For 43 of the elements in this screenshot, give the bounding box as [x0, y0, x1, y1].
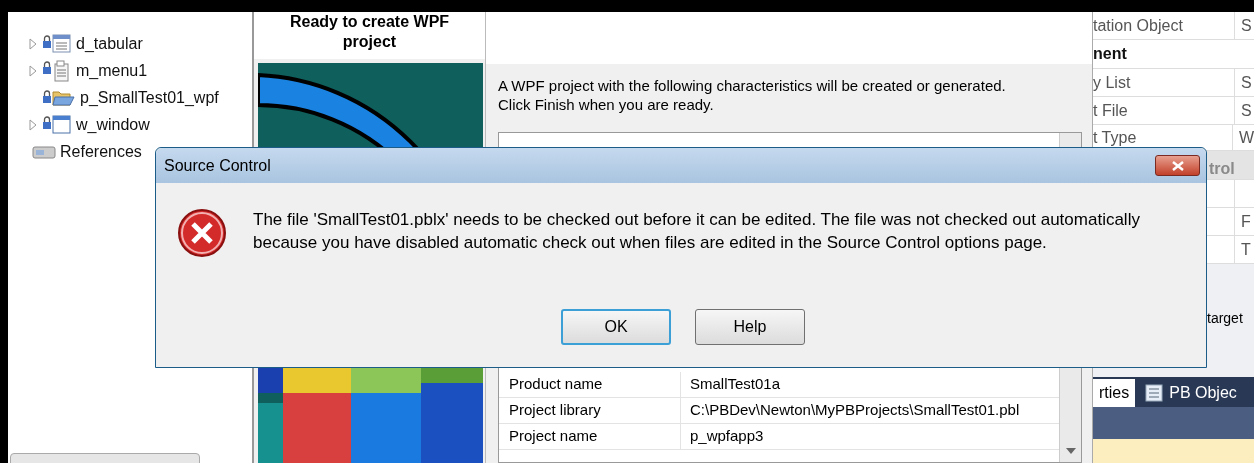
table-cell-text: C:\PBDev\Newton\MyPBProjects\SmallTest01.pbl [689, 400, 1020, 421]
panel-tab[interactable]: PB Objec [1139, 379, 1243, 407]
table-cell: Product name [499, 372, 681, 397]
expand-arrow-icon[interactable] [28, 64, 38, 77]
panel-label: target [1207, 309, 1243, 328]
property-value: F [1240, 211, 1251, 232]
expand-arrow-icon[interactable] [28, 37, 38, 50]
tree-item[interactable]: p_SmallTest01_wpf [80, 85, 219, 110]
close-icon [1171, 160, 1184, 171]
wizard-intro: A WPF project with the following characteristics will be created or generated. Click Finish when you are ready. [497, 76, 1007, 114]
dialog-button[interactable]: OK [561, 309, 671, 345]
wizard-heading: Ready to create WPF project [254, 12, 485, 59]
close-button[interactable] [1155, 155, 1200, 176]
tree-item[interactable]: d_tabular [76, 31, 143, 56]
horizontal-scrollbar[interactable] [10, 453, 200, 463]
panel-tab[interactable]: rties [1093, 379, 1136, 407]
tree-item[interactable]: m_menu1 [76, 58, 148, 83]
list-icon [1145, 384, 1164, 402]
drive-icon [32, 143, 56, 160]
table-cell-text: SmallTest01a [689, 374, 781, 395]
dialog-message: The file 'SmallTest01.pblx' needs to be checked out before it can be edited. The file was not checked out automatically because you have disabled automatic check out when files are edited in the Source Control options page. [253, 209, 1141, 254]
error-icon [177, 208, 227, 258]
property-value: S [1240, 15, 1252, 36]
property-name: y List [1093, 69, 1235, 96]
tree-item[interactable]: References [60, 139, 142, 164]
table-cell-text: p_wpfapp3 [689, 426, 764, 447]
property-value: T [1240, 239, 1251, 260]
table-cell: Project name [499, 424, 681, 449]
scroll-down-icon[interactable] [1065, 448, 1076, 454]
locked-list-icon [42, 33, 72, 54]
dialog-button[interactable]: Help [695, 309, 805, 345]
property-value: W [1237, 127, 1254, 148]
table-cell: Project library [499, 398, 681, 423]
property-value: S [1240, 100, 1252, 121]
tree-item[interactable]: w_window [76, 112, 150, 137]
property-name: tation Object [1093, 12, 1235, 39]
dialog-title: Source Control [164, 155, 271, 176]
property-name: t File [1093, 97, 1235, 124]
locked-folder-icon [42, 88, 76, 107]
expand-arrow-icon[interactable] [28, 118, 38, 131]
locked-document-icon [42, 59, 72, 82]
property-value: S [1240, 72, 1252, 93]
locked-window-icon [42, 114, 72, 135]
